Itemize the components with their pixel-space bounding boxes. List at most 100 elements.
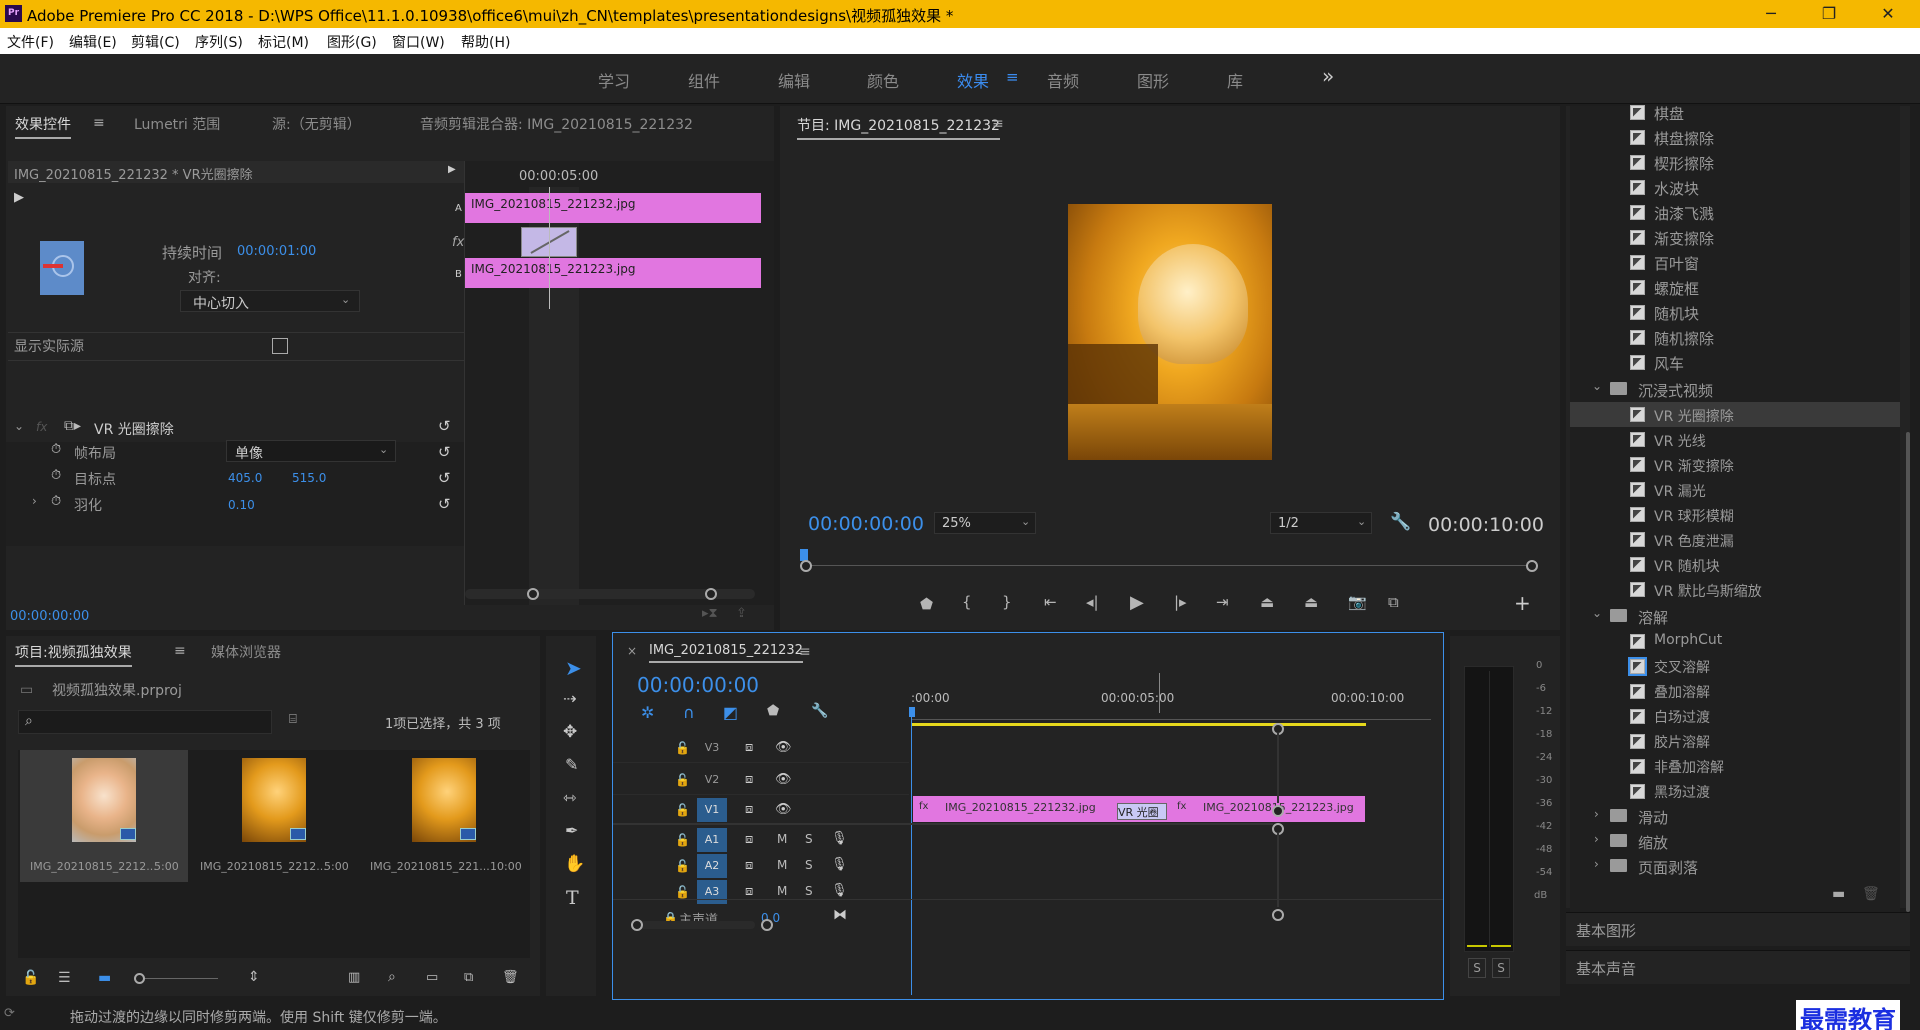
pen-tool-icon[interactable]: ✒ — [565, 821, 578, 840]
new-bin-icon[interactable]: ▬ — [1832, 886, 1845, 902]
eye-icon[interactable]: 👁 — [775, 802, 792, 817]
effect-timeline-scrollbar[interactable] — [465, 589, 755, 599]
workspace-effects[interactable]: 效果 — [957, 68, 989, 92]
workspace-editing[interactable]: 编辑 — [778, 68, 810, 92]
project-search-input[interactable]: ⌕ — [18, 710, 272, 734]
show-actual-sources-checkbox[interactable] — [272, 338, 288, 354]
mark-out-icon[interactable]: } — [1002, 593, 1012, 611]
workspace-graphics[interactable]: 图形 — [1137, 68, 1169, 92]
reset-param-icon[interactable]: ↺ — [438, 495, 451, 513]
playhead-handle[interactable] — [909, 707, 915, 717]
timeline-transition[interactable]: VR 光圈 — [1117, 803, 1167, 820]
stopwatch-icon[interactable]: ⏱ — [51, 442, 61, 457]
mute-button[interactable]: M — [777, 884, 787, 898]
snap-icon[interactable]: ✲ — [641, 703, 654, 722]
sync-lock-icon[interactable]: ⧈ — [745, 832, 753, 847]
timeline-timecode[interactable]: 00:00:00:00 — [637, 673, 759, 697]
ripple-edit-tool-icon[interactable]: ✥ — [563, 722, 577, 742]
duration-value[interactable]: 00:00:01:00 — [237, 244, 316, 259]
tab-lumetri-scopes[interactable]: Lumetri 范围 — [134, 114, 220, 134]
menu-window[interactable]: 窗口(W) — [392, 32, 445, 52]
hand-tool-icon[interactable]: ✋ — [564, 854, 585, 874]
sync-lock-icon[interactable]: ⧈ — [745, 802, 753, 817]
lock-icon[interactable]: 🔓 — [675, 885, 690, 899]
tab-audio-clip-mixer[interactable]: 音频剪辑混合器: IMG_20210815_221232 — [420, 114, 693, 134]
eye-icon[interactable]: 👁 — [775, 740, 792, 755]
tab-source[interactable]: 源:（无剪辑） — [272, 114, 361, 134]
microphone-icon[interactable]: 🎙 — [831, 831, 848, 846]
menu-graphics[interactable]: 图形(G) — [327, 32, 377, 52]
zoom-slider[interactable] — [136, 978, 218, 979]
slip-tool-icon[interactable]: ⇿ — [563, 788, 576, 807]
sync-lock-icon[interactable]: ⧈ — [745, 858, 753, 873]
fx-badge-icon[interactable]: fx — [36, 420, 47, 434]
essential-sound-section[interactable]: 基本声音 — [1566, 950, 1910, 984]
tab-media-browser[interactable]: 媒体浏览器 — [211, 642, 281, 662]
menu-sequence[interactable]: 序列(S) — [195, 32, 243, 52]
effect-item[interactable]: 随机擦除 — [1570, 325, 1900, 350]
track-target-a2[interactable]: A2 — [697, 854, 727, 878]
stopwatch-icon[interactable]: ⏱ — [51, 494, 61, 509]
solo-button[interactable]: S — [805, 832, 813, 846]
effect-playhead[interactable] — [549, 187, 550, 309]
timeline-ruler[interactable] — [911, 719, 1431, 720]
menu-edit[interactable]: 编辑(E) — [69, 32, 117, 52]
solo-button[interactable]: S — [805, 858, 813, 872]
timeline-zoom-scrollbar[interactable] — [635, 921, 755, 929]
sync-lock-icon[interactable]: ⧈ — [745, 740, 753, 755]
effect-folder[interactable]: ›缩放 — [1570, 829, 1900, 854]
solo-right-button[interactable]: S — [1492, 958, 1510, 978]
clip-b[interactable]: IMG_20210815_221223.jpg — [465, 258, 761, 288]
reset-param-icon[interactable]: ↺ — [438, 469, 451, 487]
project-item[interactable]: IMG_20210815_2212... 5:00 — [20, 750, 188, 882]
step-back-icon[interactable]: ◂| — [1086, 593, 1099, 611]
insert-marker-icon[interactable]: ◩ — [723, 703, 738, 722]
program-timecode[interactable]: 00:00:00:00 — [808, 513, 924, 535]
timeline-settings-wrench-icon[interactable]: 🔧 — [811, 703, 828, 719]
add-button-icon[interactable]: + — [1514, 591, 1531, 615]
clear-icon[interactable]: 🗑 — [502, 970, 519, 985]
mark-in-icon[interactable]: { — [962, 593, 972, 611]
track-target-v1[interactable]: V1 — [697, 798, 727, 822]
solo-button[interactable]: S — [805, 884, 813, 898]
alignment-dropdown[interactable]: 中心切入 ⌄ — [180, 290, 360, 312]
new-item-icon[interactable]: ⧉ — [464, 970, 473, 985]
panel-menu-icon[interactable]: ≡ — [174, 643, 186, 659]
timeline-clip-1[interactable]: fx IMG_20210815_221232.jpg — [915, 798, 1133, 820]
effect-item[interactable]: 棋盘擦除 — [1570, 125, 1900, 150]
menu-file[interactable]: 文件(F) — [7, 32, 54, 52]
new-search-bin-icon[interactable]: ⌸ — [289, 712, 297, 727]
tab-sequence[interactable]: IMG_20210815_221232 — [649, 643, 803, 658]
panel-menu-icon[interactable]: ≡ — [992, 116, 1004, 132]
mute-button[interactable]: M — [777, 832, 787, 846]
resolution-dropdown[interactable]: 1/2 ⌄ — [1270, 512, 1372, 534]
playhead-line[interactable] — [911, 713, 912, 995]
effect-item[interactable]: 非叠加溶解 — [1570, 754, 1900, 779]
effect-item[interactable]: MorphCut — [1570, 629, 1900, 654]
zoom-dropdown[interactable]: 25% ⌄ — [934, 512, 1036, 534]
tab-effect-controls[interactable]: 效果控件 — [15, 114, 71, 134]
param-value[interactable]: 0.10 — [228, 498, 255, 512]
solo-left-button[interactable]: S — [1468, 958, 1486, 978]
go-to-in-icon[interactable]: ⇤ — [1044, 593, 1057, 611]
effect-item[interactable]: VR 默比乌斯缩放 — [1570, 577, 1900, 602]
effect-item[interactable]: 水波块 — [1570, 175, 1900, 200]
workspace-libraries[interactable]: 库 — [1227, 68, 1243, 92]
go-to-next-edit-icon[interactable]: ⧓ — [833, 907, 847, 923]
work-area-bar[interactable] — [911, 723, 1366, 726]
essential-graphics-section[interactable]: 基本图形 — [1566, 912, 1910, 946]
expand-chevron-icon[interactable]: › — [32, 494, 37, 508]
sync-lock-icon[interactable]: ⧈ — [745, 884, 753, 899]
workspace-more-icon[interactable]: » — [1322, 64, 1334, 88]
effect-item[interactable]: VR 光线 — [1570, 427, 1900, 452]
track-target-v3[interactable]: V3 — [697, 736, 727, 760]
effect-item[interactable]: VR 漏光 — [1570, 477, 1900, 502]
find-icon[interactable]: ⌕ — [388, 969, 396, 985]
workspace-color[interactable]: 颜色 — [867, 68, 899, 92]
effect-item[interactable]: 交叉溶解 — [1570, 654, 1900, 679]
param-value-y[interactable]: 515.0 — [292, 471, 326, 485]
ripple-icon[interactable]: ▸⧗ — [702, 606, 718, 621]
maximize-button[interactable]: ❐ — [1806, 0, 1852, 28]
export-icon[interactable]: ⇪ — [736, 606, 747, 621]
add-marker-icon[interactable]: ⬟ — [767, 703, 779, 719]
